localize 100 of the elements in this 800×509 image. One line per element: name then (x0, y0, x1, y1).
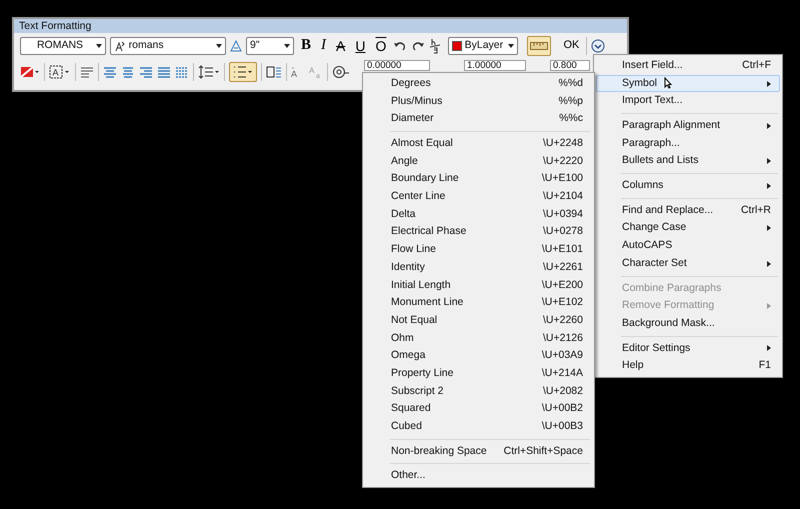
menu-item[interactable]: Omega \U+03A9 (365, 347, 592, 365)
menu-item[interactable]: Diameter %%c (365, 110, 592, 128)
tracking-field[interactable]: 1.00000 (464, 60, 526, 71)
distribute-icon[interactable] (175, 66, 189, 78)
insert-field-icon[interactable] (266, 65, 282, 79)
menu-item-label: Omega (391, 348, 426, 364)
stack-icon[interactable] (429, 38, 442, 54)
menu-item-label: Plus/Minus (391, 94, 442, 109)
menu-item-label: Import Text... (622, 93, 682, 108)
menu-item[interactable]: Property Line \U+214A (365, 365, 592, 383)
ok-button[interactable]: OK (560, 36, 582, 56)
align-left-icon[interactable] (103, 66, 117, 78)
menu-item[interactable]: Angle \U+2220 (365, 152, 592, 170)
ruler-icon (530, 40, 548, 50)
menu-item[interactable]: Background Mask... (596, 314, 780, 333)
menu-item[interactable]: Center Line \U+2104 (365, 188, 592, 206)
menu-item-label: Ohm (391, 330, 414, 346)
shortcut-label: \U+0394 (543, 206, 583, 222)
menu-item[interactable]: Change Case (596, 220, 780, 238)
menu-item[interactable]: Monument Line \U+E102 (365, 294, 592, 312)
menu-item-label: Background Mask... (622, 316, 715, 331)
menu-item[interactable]: Symbol (596, 74, 780, 92)
align-right-icon[interactable] (139, 66, 153, 78)
menu-item[interactable]: Non-breaking Space Ctrl+Shift+Space (365, 442, 592, 460)
menu-item[interactable]: Delta \U+0394 (365, 206, 592, 224)
menu-item-label: Symbol (622, 76, 658, 91)
menu-item[interactable]: Subscript 2 \U+2082 (365, 382, 592, 400)
numbering-button[interactable] (229, 62, 257, 82)
menu-item-label: Not Equal (391, 312, 438, 328)
width-factor-field[interactable]: 0.800 (550, 60, 590, 71)
menu-item-label: Squared (391, 401, 431, 416)
menu-item-label: Subscript 2 (391, 384, 444, 399)
menu-item[interactable]: Boundary Line \U+E100 (365, 170, 592, 188)
caret-icon (508, 44, 514, 48)
redo-icon[interactable] (411, 40, 426, 52)
menu-item-label: Boundary Line (391, 171, 459, 186)
caret-icon (216, 44, 222, 48)
menu-item[interactable]: Identity \U+2261 (365, 258, 592, 277)
menu-item[interactable]: Squared \U+00B2 (365, 400, 592, 418)
menu-item-label: Paragraph Alignment (622, 118, 720, 134)
shortcut-label: \U+2082 (543, 384, 583, 399)
menu-item-label: Combine Paragraphs (622, 280, 722, 296)
overline-button[interactable]: O (372, 36, 390, 56)
menu-item-label: Diameter (391, 111, 434, 126)
menu-item[interactable]: Almost Equal \U+2248 (365, 135, 592, 153)
menu-item[interactable]: Insert Field... Ctrl+F (596, 57, 780, 75)
shortcut-label: \U+2220 (543, 154, 583, 169)
menu-item[interactable]: Electrical Phase \U+0278 (365, 224, 592, 242)
shortcut-label: Ctrl+F (742, 58, 771, 73)
underline-button[interactable]: U (352, 36, 368, 56)
color-icon[interactable] (20, 65, 40, 79)
shortcut-label: \U+2260 (543, 312, 583, 328)
align-center-icon[interactable] (121, 66, 135, 78)
menu-item[interactable]: AutoCAPS (596, 237, 780, 255)
menu-item[interactable]: Character Set (596, 254, 780, 273)
strikethrough-button[interactable]: A (333, 36, 348, 56)
menu-item-label: Delta (391, 206, 416, 222)
menu-item-label: Editor Settings (622, 340, 690, 356)
undo-icon[interactable] (393, 40, 408, 52)
color-dropdown[interactable]: ByLayer (448, 36, 518, 54)
bold-button[interactable]: B (298, 36, 314, 56)
oblique-angle-field[interactable]: 0.00000 (364, 60, 430, 71)
paragraph-icon[interactable] (80, 66, 94, 78)
symbol-icon[interactable] (332, 65, 350, 79)
shortcut-label: \U+2104 (543, 189, 583, 204)
menu-item[interactable]: Not Equal \U+2260 (365, 312, 592, 330)
ruler-button[interactable] (527, 36, 552, 56)
style-dropdown[interactable]: ROMANS (20, 36, 106, 54)
caret-icon (284, 44, 290, 48)
text-height-field[interactable]: 9" (246, 36, 294, 54)
menu-item-label: AutoCAPS (622, 238, 672, 254)
menu-item[interactable]: Find and Replace... Ctrl+R (596, 202, 780, 220)
menu-item[interactable]: Import Text... (596, 92, 780, 110)
shortcut-label: Ctrl+Shift+Space (504, 444, 583, 459)
list-icon (232, 65, 254, 79)
italic-button[interactable]: I (318, 36, 330, 56)
font-dropdown[interactable]: romans (110, 36, 226, 54)
menu-item[interactable]: Columns (596, 177, 780, 195)
menu-item-label: Remove Formatting (622, 298, 714, 314)
menu-item[interactable]: Editor Settings (596, 340, 780, 358)
options-icon[interactable] (591, 38, 606, 52)
justify-icon[interactable] (157, 66, 171, 78)
menu-item-label: Cubed (391, 419, 422, 434)
menu-item[interactable]: Ohm \U+2126 (365, 330, 592, 348)
menu-item[interactable]: Help F1 (596, 357, 780, 375)
menu-item[interactable]: Initial Length \U+E200 (365, 276, 592, 294)
menu-item[interactable]: Flow Line \U+E101 (365, 241, 592, 259)
menu-item[interactable]: Bullets and Lists (596, 152, 780, 170)
menu-item-label: Almost Equal (391, 136, 453, 152)
menu-item[interactable]: Plus/Minus %%p (365, 92, 592, 110)
line-spacing-icon[interactable] (198, 65, 220, 79)
menu-item[interactable]: Degrees %%d (365, 75, 592, 93)
shortcut-label: \U+E200 (542, 278, 583, 293)
menu-item[interactable]: Paragraph... (596, 134, 780, 152)
annotative-icon[interactable] (230, 40, 242, 52)
menu-item[interactable]: Paragraph Alignment (596, 117, 780, 135)
shortcut-label: \U+2126 (543, 330, 583, 346)
menu-item-label: Insert Field... (622, 58, 683, 73)
menu-item[interactable]: Cubed \U+00B3 (365, 418, 592, 436)
menu-item[interactable]: Other... (365, 467, 592, 486)
